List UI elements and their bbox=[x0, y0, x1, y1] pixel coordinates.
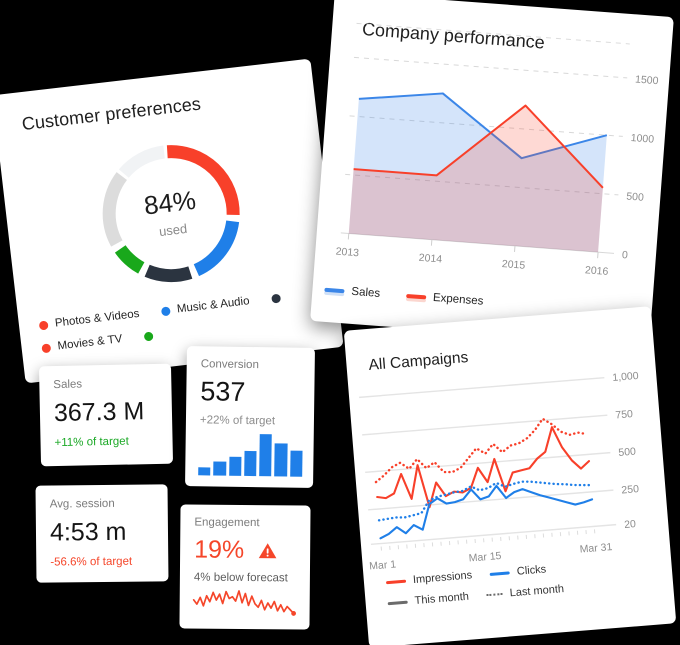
kpi-label: Avg. session bbox=[49, 497, 115, 511]
dashboard-collage: Customer preferences 84% used Photos & V… bbox=[0, 0, 680, 645]
perf-area-series bbox=[348, 92, 608, 253]
legend-label: Clicks bbox=[516, 563, 547, 578]
legend-label: Sales bbox=[350, 285, 381, 300]
svg-text:500: 500 bbox=[626, 190, 645, 203]
svg-text:500: 500 bbox=[618, 446, 637, 459]
kpi-value: 537 bbox=[200, 376, 246, 407]
all-campaigns-card: All Campaigns 20 250 500 750 1,000 Mar 1 Mar … bbox=[343, 306, 677, 645]
svg-text:20: 20 bbox=[624, 518, 637, 531]
kpi-value: 4:53 m bbox=[49, 517, 127, 547]
legend-label: Movies & TV bbox=[57, 333, 123, 353]
svg-text:2015: 2015 bbox=[501, 258, 525, 272]
svg-text:1,000: 1,000 bbox=[612, 370, 639, 384]
svg-text:2016: 2016 bbox=[585, 264, 609, 278]
conversion-bar bbox=[274, 443, 288, 477]
conversion-bar-chart bbox=[198, 433, 303, 477]
conversion-bar bbox=[244, 451, 257, 477]
svg-text:0: 0 bbox=[621, 249, 628, 261]
legend-item-this-month[interactable]: This month bbox=[387, 591, 469, 609]
legend-item-movies-tv[interactable]: Movies & TV bbox=[41, 333, 123, 354]
company-performance-chart: 2013 2014 2015 2016 0 500 1000 1500 bbox=[335, 22, 659, 278]
legend-line-icon bbox=[489, 570, 511, 576]
legend-item-sales[interactable]: Sales bbox=[324, 284, 381, 300]
svg-text:Mar 15: Mar 15 bbox=[468, 550, 502, 565]
legend-label: This month bbox=[414, 590, 470, 608]
kpi-label: Engagement bbox=[194, 516, 260, 530]
legend-item-photos-videos[interactable]: Photos & Videos bbox=[38, 308, 140, 332]
legend-label: Music & Audio bbox=[176, 295, 251, 316]
legend-item-truncated[interactable] bbox=[270, 292, 281, 305]
customer-preferences-card: Customer preferences 84% used Photos & V… bbox=[0, 58, 344, 384]
svg-text:250: 250 bbox=[621, 483, 640, 496]
company-performance-title: Company performance bbox=[361, 18, 546, 53]
kpi-label: Sales bbox=[53, 378, 83, 392]
svg-text:750: 750 bbox=[615, 408, 634, 421]
engagement-sparkline bbox=[192, 590, 296, 616]
company-performance-card: Company performance 2013 2014 2015 2016 0 50… bbox=[310, 0, 674, 347]
legend-item-last-month[interactable]: Last month bbox=[486, 583, 564, 601]
svg-text:2013: 2013 bbox=[335, 246, 359, 260]
svg-text:Mar 1: Mar 1 bbox=[369, 558, 397, 572]
camp-gridlines bbox=[359, 376, 617, 546]
legend-line-icon bbox=[324, 287, 345, 294]
legend-line-icon bbox=[385, 579, 407, 584]
perf-y-axis-ticks: 0 500 1000 1500 bbox=[621, 73, 659, 261]
camp-y-axis-ticks: 20 250 500 750 1,000 bbox=[612, 370, 640, 531]
kpi-delta: -56.6% of target bbox=[50, 555, 133, 569]
kpi-value: 367.3 M bbox=[53, 397, 145, 428]
legend-line-icon bbox=[405, 293, 427, 300]
legend-label: Photos & Videos bbox=[54, 307, 141, 330]
legend-dotted-line-icon bbox=[486, 592, 503, 597]
kpi-value: 19% bbox=[194, 535, 245, 564]
donut-svg bbox=[102, 145, 240, 283]
preferences-donut-chart: 84% used bbox=[87, 129, 255, 297]
kpi-card-sales[interactable]: Sales 367.3 M +11% of target bbox=[38, 363, 174, 467]
legend-item-expenses[interactable]: Expenses bbox=[405, 290, 484, 308]
kpi-label: Conversion bbox=[200, 358, 259, 372]
legend-item-music-audio[interactable]: Music & Audio bbox=[160, 295, 250, 317]
camp-line-series bbox=[374, 417, 594, 540]
legend-label: Last month bbox=[509, 583, 565, 600]
svg-text:Mar 31: Mar 31 bbox=[579, 541, 613, 556]
legend-dot-icon bbox=[270, 293, 281, 304]
customer-preferences-title: Customer preferences bbox=[20, 93, 202, 135]
svg-text:1500: 1500 bbox=[635, 73, 659, 87]
conversion-bar bbox=[259, 434, 273, 477]
kpi-card-engagement[interactable]: Engagement 19% 4% below forecast bbox=[179, 504, 311, 630]
all-campaigns-chart: 20 250 500 750 1,000 Mar 1 Mar 15 Mar 31 bbox=[359, 370, 640, 573]
conversion-bar bbox=[213, 461, 226, 476]
kpi-delta: +11% of target bbox=[54, 435, 129, 450]
kpi-card-conversion[interactable]: Conversion 537 +22% of target bbox=[185, 346, 315, 488]
conversion-bar bbox=[228, 456, 242, 476]
svg-text:1000: 1000 bbox=[630, 132, 654, 146]
kpi-delta: +22% of target bbox=[199, 414, 276, 428]
svg-text:2014: 2014 bbox=[418, 252, 442, 266]
legend-dot-icon bbox=[160, 305, 171, 316]
conversion-bar bbox=[198, 467, 211, 476]
legend-dot-icon bbox=[41, 342, 52, 353]
conversion-bar bbox=[289, 451, 303, 477]
legend-dot-icon bbox=[38, 319, 49, 330]
legend-label: Expenses bbox=[432, 291, 484, 308]
warning-triangle-icon bbox=[258, 542, 277, 559]
legend-dot-icon bbox=[143, 331, 154, 341]
legend-line-icon bbox=[387, 600, 408, 605]
legend-item-games[interactable] bbox=[143, 330, 154, 343]
kpi-card-avg-session[interactable]: Avg. session 4:53 m -56.6% of target bbox=[35, 484, 169, 583]
